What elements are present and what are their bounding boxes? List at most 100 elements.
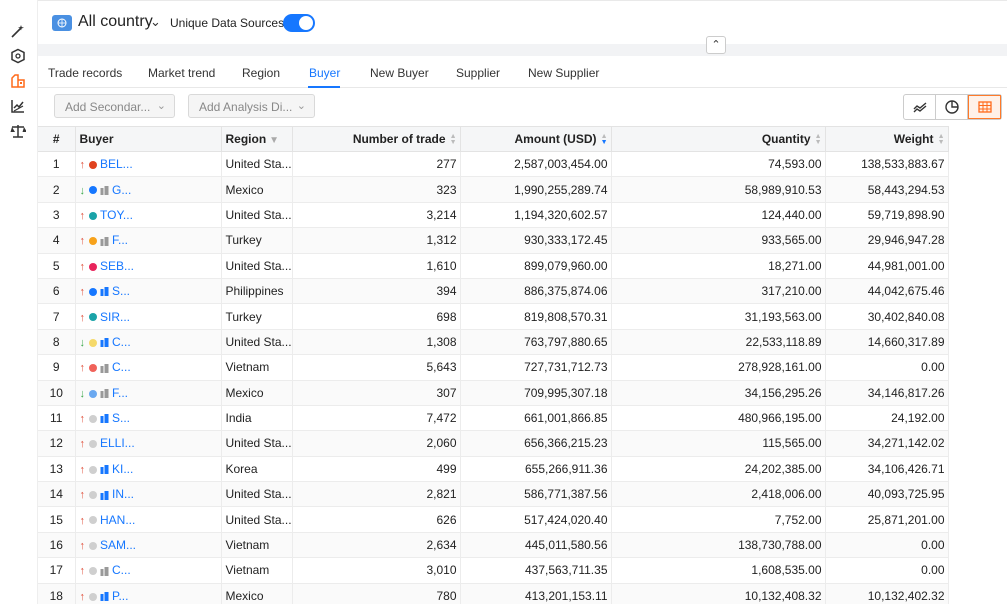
col-header-quantity[interactable]: Quantity ▲ ▼ <box>611 126 826 152</box>
table-row[interactable]: 1 ↑ BEL... United Sta... 277 2,587,003,454.00… <box>38 151 949 178</box>
quantity-cell: 1,608,535.00 <box>611 557 826 584</box>
col-header-region[interactable]: Region ▼ <box>221 126 293 152</box>
tab-region[interactable]: Region <box>242 66 280 80</box>
pie-chart-view-button[interactable] <box>936 95 968 119</box>
tab-buyer[interactable]: Buyer <box>309 66 340 80</box>
buyer-link[interactable]: S... <box>112 284 130 298</box>
buyer-link[interactable]: SEB... <box>100 259 134 273</box>
row-index: 13 <box>38 456 76 483</box>
col-header-weight[interactable]: Weight ▲ ▼ <box>825 126 949 152</box>
sort-icon[interactable]: ▲ ▼ <box>449 133 457 146</box>
buyer-link[interactable]: F... <box>112 233 128 247</box>
trend-down-icon: ↓ <box>79 387 86 400</box>
add-secondary-select[interactable]: Add Secondar... ⌄ <box>54 94 175 118</box>
buyer-cell[interactable]: ↑ SEB... <box>75 253 222 279</box>
buyer-cell[interactable]: ↑ S... <box>75 405 222 432</box>
sort-icon[interactable]: ▲ ▼ <box>814 133 822 146</box>
trend-up-icon: ↑ <box>79 540 86 553</box>
buyer-link[interactable]: C... <box>112 335 131 349</box>
table-row[interactable]: 6 ↑ S... Philippines 394 886,375,874.06 317,21… <box>38 278 949 305</box>
chevron-down-icon[interactable]: ⌄ <box>150 14 161 30</box>
table-row[interactable]: 10 ↓ F... Mexico 307 709,995,307.18 34,156,295… <box>38 380 949 406</box>
table-row[interactable]: 9 ↑ C... Vietnam 5,643 727,731,712.73 278,928,… <box>38 354 949 381</box>
table-row[interactable]: 7 ↑ SIR... Turkey 698 819,808,570.31 31,193,56… <box>38 303 949 330</box>
table-row[interactable]: 11 ↑ S... India 7,472 661,001,866.85 480,966,1… <box>38 405 949 432</box>
tab-market-trend[interactable]: Market trend <box>148 66 215 80</box>
buyer-cell[interactable]: ↑ C... <box>75 354 222 381</box>
scale-icon[interactable] <box>9 122 27 140</box>
line-chart-icon <box>913 102 926 113</box>
filter-icon[interactable]: ▼ <box>269 135 279 146</box>
buyer-link[interactable]: TOY... <box>100 208 133 222</box>
table-row[interactable]: 4 ↑ F... Turkey 1,312 930,333,172.45 933,565.0… <box>38 227 949 254</box>
weight-cell: 0.00 <box>825 532 949 559</box>
table-row[interactable]: 18 ↑ P... Mexico 780 413,201,153.11 10,132,408… <box>38 583 949 604</box>
table-row[interactable]: 17 ↑ C... Vietnam 3,010 437,563,711.35 1,608,5… <box>38 557 949 584</box>
buyer-link[interactable]: BEL... <box>100 157 133 171</box>
buyer-link[interactable]: C... <box>112 563 131 577</box>
buyer-link[interactable]: P... <box>112 589 128 603</box>
table-row[interactable]: 2 ↓ G... Mexico 323 1,990,255,289.74 58,989,91… <box>38 176 949 203</box>
factory-icon[interactable] <box>9 72 27 90</box>
magic-wand-icon[interactable] <box>9 22 27 40</box>
tab-trade-records[interactable]: Trade records <box>48 66 122 80</box>
tab-new-buyer[interactable]: New Buyer <box>370 66 429 80</box>
table-row[interactable]: 8 ↓ C... United Sta... 1,308 763,797,880.65 22… <box>38 329 949 356</box>
table-row[interactable]: 5 ↑ SEB... United Sta... 1,610 899,079,960.00… <box>38 253 949 279</box>
trades-cell: 499 <box>292 456 461 483</box>
buyer-cell[interactable]: ↑ SAM... <box>75 532 222 559</box>
buyer-link[interactable]: G... <box>112 183 131 197</box>
buyer-cell[interactable]: ↑ F... <box>75 227 222 254</box>
buyer-cell[interactable]: ↑ BEL... <box>75 151 222 178</box>
line-chart-view-button[interactable] <box>904 95 936 119</box>
buyer-link[interactable]: S... <box>112 411 130 425</box>
buyer-cell[interactable]: ↑ HAN... <box>75 506 222 533</box>
table-row[interactable]: 16 ↑ SAM... Vietnam 2,634 445,011,580.56 138,7… <box>38 532 949 559</box>
tab-new-supplier[interactable]: New Supplier <box>528 66 599 80</box>
cube-icon[interactable] <box>9 47 27 65</box>
region-cell: Mexico <box>221 380 293 406</box>
buyer-link[interactable]: C... <box>112 360 131 374</box>
chevron-up-icon[interactable]: ⌃ <box>706 36 726 54</box>
region-cell: United Sta... <box>221 329 293 356</box>
unique-data-sources-toggle[interactable] <box>283 14 315 32</box>
table-row[interactable]: 3 ↑ TOY... United Sta... 3,214 1,194,320,602.… <box>38 202 949 229</box>
col-header-trades[interactable]: Number of trade ▲ ▼ <box>292 126 461 152</box>
buyer-cell[interactable]: ↓ C... <box>75 329 222 356</box>
buyer-link[interactable]: SAM... <box>100 538 136 552</box>
col-header-amount[interactable]: Amount (USD) ▲ ▼ <box>460 126 612 152</box>
buyer-link[interactable]: IN... <box>112 487 134 501</box>
table-view-button[interactable] <box>968 95 1001 119</box>
buyer-link[interactable]: HAN... <box>100 513 135 527</box>
sort-icon[interactable]: ▲ ▼ <box>600 133 608 146</box>
table-row[interactable]: 14 ↑ IN... United Sta... 2,821 586,771,387.56… <box>38 481 949 508</box>
buyer-link[interactable]: KI... <box>112 462 133 476</box>
buyer-link[interactable]: SIR... <box>100 310 130 324</box>
buyer-cell[interactable]: ↑ C... <box>75 557 222 584</box>
line-chart-icon[interactable] <box>9 97 27 115</box>
row-index: 9 <box>38 354 76 381</box>
table-grid-icon <box>977 101 992 113</box>
country-selector[interactable]: All country <box>78 13 153 31</box>
table-row[interactable]: 15 ↑ HAN... United Sta... 626 517,424,020.40 7… <box>38 506 949 533</box>
buyer-cell[interactable]: ↑ P... <box>75 583 222 604</box>
buyer-cell[interactable]: ↑ ELLI... <box>75 430 222 457</box>
buyer-cell[interactable]: ↑ TOY... <box>75 202 222 229</box>
buyer-link[interactable]: F... <box>112 386 128 400</box>
table-row[interactable]: 12 ↑ ELLI... United Sta... 2,060 656,366,215.… <box>38 430 949 457</box>
table-row[interactable]: 13 ↑ KI... Korea 499 655,266,911.36 24,202,385… <box>38 456 949 483</box>
buyer-cell[interactable]: ↑ IN... <box>75 481 222 508</box>
buyer-cell[interactable]: ↑ SIR... <box>75 303 222 330</box>
buyer-cell[interactable]: ↓ F... <box>75 380 222 406</box>
buyer-cell[interactable]: ↓ G... <box>75 176 222 203</box>
buyer-link[interactable]: ELLI... <box>100 436 135 450</box>
amount-cell: 819,808,570.31 <box>460 303 612 330</box>
sort-icon[interactable]: ▲ ▼ <box>937 133 945 146</box>
trades-cell: 7,472 <box>292 405 461 432</box>
buyer-cell[interactable]: ↑ KI... <box>75 456 222 483</box>
tab-supplier[interactable]: Supplier <box>456 66 500 80</box>
add-analysis-select[interactable]: Add Analysis Di... ⌄ <box>188 94 315 118</box>
trend-up-icon: ↑ <box>79 311 86 324</box>
buyer-cell[interactable]: ↑ S... <box>75 278 222 305</box>
region-cell: United Sta... <box>221 481 293 508</box>
